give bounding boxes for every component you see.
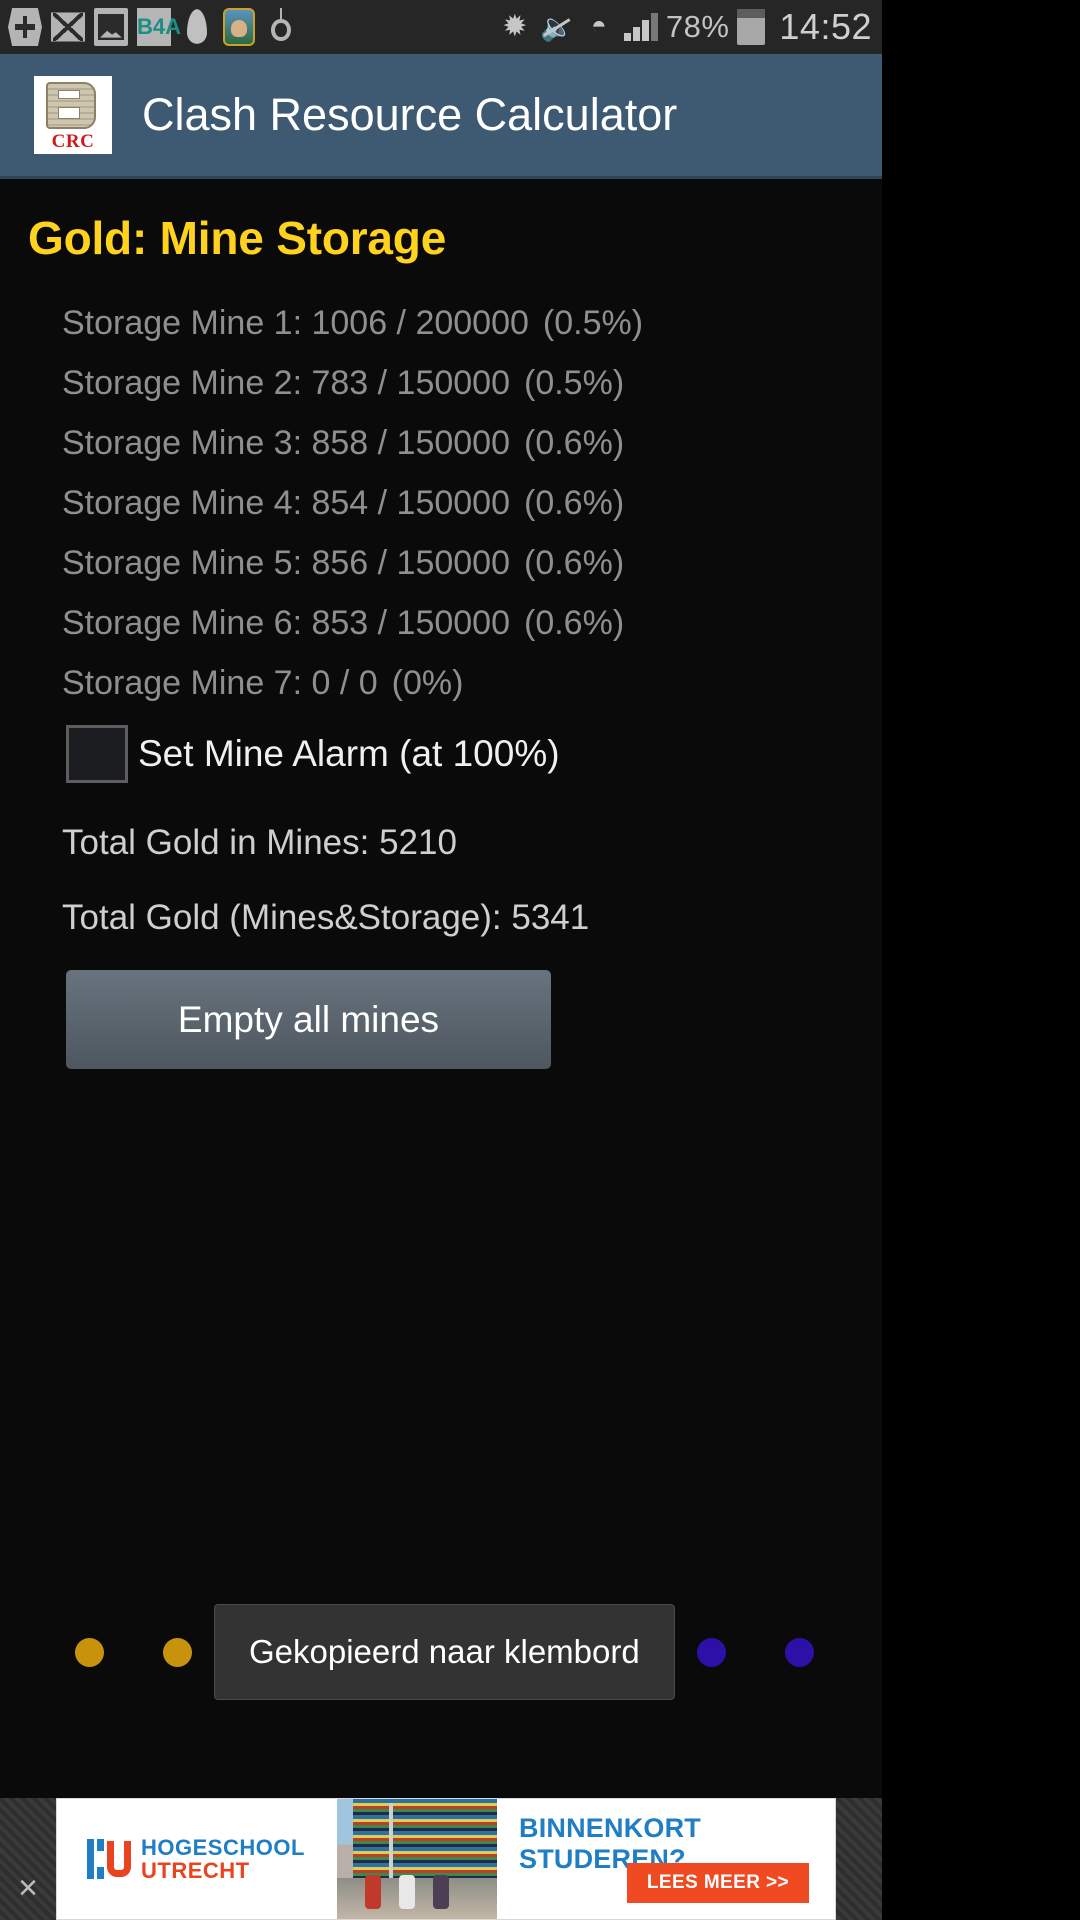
toast-message: Gekopieerd naar klembord bbox=[214, 1604, 675, 1700]
app-bar: CRC Clash Resource Calculator bbox=[0, 54, 882, 179]
mine-percent: (0.6%) bbox=[524, 424, 625, 462]
total-gold-in-mines-label: Total Gold in Mines: 5210 bbox=[62, 823, 457, 862]
mine-label: Storage Mine 6: 853 / 150000 bbox=[62, 604, 510, 642]
battery-percent-label: 78% bbox=[665, 9, 730, 44]
mine-label: Storage Mine 1: 1006 / 200000 bbox=[62, 304, 529, 342]
phone-screen: B4A ✹ 🔈 ◓ 78% 14:52 CRC Clash Resource C… bbox=[0, 0, 882, 1920]
ad-close-icon[interactable]: × bbox=[0, 1798, 56, 1920]
mine-percent: (0.5%) bbox=[542, 304, 644, 342]
elixir-indicator-dot bbox=[784, 1637, 814, 1667]
mine-percent: (0.6%) bbox=[524, 484, 625, 522]
set-mine-alarm-checkbox[interactable] bbox=[66, 725, 128, 783]
app-logo-label: CRC bbox=[51, 131, 95, 152]
total-gold-mines-storage-label: Total Gold (Mines&Storage): 5341 bbox=[62, 898, 590, 937]
screen-filler bbox=[882, 0, 1080, 1920]
list-item: Storage Mine 4: 854 / 150000 (0.6%) bbox=[62, 473, 882, 533]
ad-brand-text: HOGESCHOOL UTRECHT bbox=[141, 1836, 305, 1882]
water-drop-icon bbox=[180, 8, 214, 46]
toast-row: Gekopieerd naar klembord bbox=[0, 1592, 882, 1712]
mine-label: Storage Mine 7: 0 / 0 bbox=[62, 664, 378, 702]
app-logo-icon: CRC bbox=[34, 76, 112, 154]
mine-percent: (0.6%) bbox=[524, 544, 625, 582]
status-bar: B4A ✹ 🔈 ◓ 78% 14:52 bbox=[0, 0, 882, 54]
status-bar-notifications: B4A bbox=[8, 8, 498, 46]
eye-icon bbox=[264, 8, 298, 46]
b4a-icon: B4A bbox=[137, 8, 181, 46]
cellular-signal-icon bbox=[623, 13, 658, 41]
add-icon bbox=[8, 8, 42, 46]
set-mine-alarm-row[interactable]: Set Mine Alarm (at 100%) bbox=[0, 725, 882, 783]
empty-all-mines-button[interactable]: Empty all mines bbox=[66, 970, 551, 1069]
battery-icon bbox=[737, 9, 766, 45]
hogeschool-utrecht-mark-icon bbox=[87, 1839, 131, 1879]
mine-percent: (0.6%) bbox=[524, 604, 625, 642]
mine-label: Storage Mine 3: 858 / 150000 bbox=[62, 424, 510, 462]
status-bar-system: ✹ 🔈 ◓ 78% 14:52 bbox=[498, 6, 872, 48]
list-item: Storage Mine 1: 1006 / 200000 (0.5%) bbox=[62, 293, 882, 353]
ad-cta-button[interactable]: LEES MEER >> bbox=[626, 1863, 809, 1903]
empty-all-mines-row: Empty all mines bbox=[0, 970, 882, 1069]
mine-percent: (0%) bbox=[391, 664, 464, 702]
mine-label: Storage Mine 2: 783 / 150000 bbox=[62, 364, 510, 402]
list-item: Storage Mine 2: 783 / 150000 (0.5%) bbox=[62, 353, 882, 413]
gallery-icon bbox=[94, 8, 128, 46]
ad-copy: BINNENKORT STUDEREN? LEES MEER >> bbox=[497, 1799, 835, 1919]
gold-indicator-dot bbox=[163, 1637, 192, 1667]
mute-icon: 🔈 bbox=[540, 8, 574, 46]
list-item: Storage Mine 7: 0 / 0 (0%) bbox=[62, 653, 882, 713]
game-app-icon bbox=[223, 8, 255, 46]
list-item: Storage Mine 6: 853 / 150000 (0.6%) bbox=[62, 593, 882, 653]
ad-zone: × HOGESCHOOL UTRECHT BINNENKORT STUDEREN… bbox=[0, 1798, 882, 1920]
mine-percent: (0.5%) bbox=[524, 364, 625, 402]
page-title: Gold: Mine Storage bbox=[28, 212, 447, 264]
mine-label: Storage Mine 5: 856 / 150000 bbox=[62, 544, 510, 582]
main-content: Gold: Mine Storage Storage Mine 1: 1006 … bbox=[0, 179, 882, 1459]
bluetooth-icon: ✹ bbox=[502, 10, 528, 43]
ad-banner[interactable]: HOGESCHOOL UTRECHT BINNENKORT STUDEREN? … bbox=[56, 1798, 836, 1920]
ad-brand-logo: HOGESCHOOL UTRECHT bbox=[57, 1799, 337, 1919]
ad-brand-line1: HOGESCHOOL bbox=[141, 1834, 305, 1860]
mail-icon bbox=[51, 12, 85, 42]
mine-label: Storage Mine 4: 854 / 150000 bbox=[62, 484, 510, 522]
set-mine-alarm-label: Set Mine Alarm (at 100%) bbox=[138, 733, 560, 774]
mine-storage-list: Storage Mine 1: 1006 / 200000 (0.5%) Stor… bbox=[0, 293, 882, 713]
ad-brand-line2: UTRECHT bbox=[141, 1858, 250, 1883]
app-title: Clash Resource Calculator bbox=[142, 89, 678, 140]
wifi-icon: ◓ bbox=[591, 10, 607, 40]
ad-photo bbox=[337, 1799, 497, 1919]
elixir-indicator-dot bbox=[696, 1637, 726, 1667]
list-item: Storage Mine 3: 858 / 150000 (0.6%) bbox=[62, 413, 882, 473]
gold-indicator-dot bbox=[75, 1637, 104, 1667]
list-item: Storage Mine 5: 856 / 150000 (0.6%) bbox=[62, 533, 882, 593]
clock-label: 14:52 bbox=[779, 6, 872, 47]
